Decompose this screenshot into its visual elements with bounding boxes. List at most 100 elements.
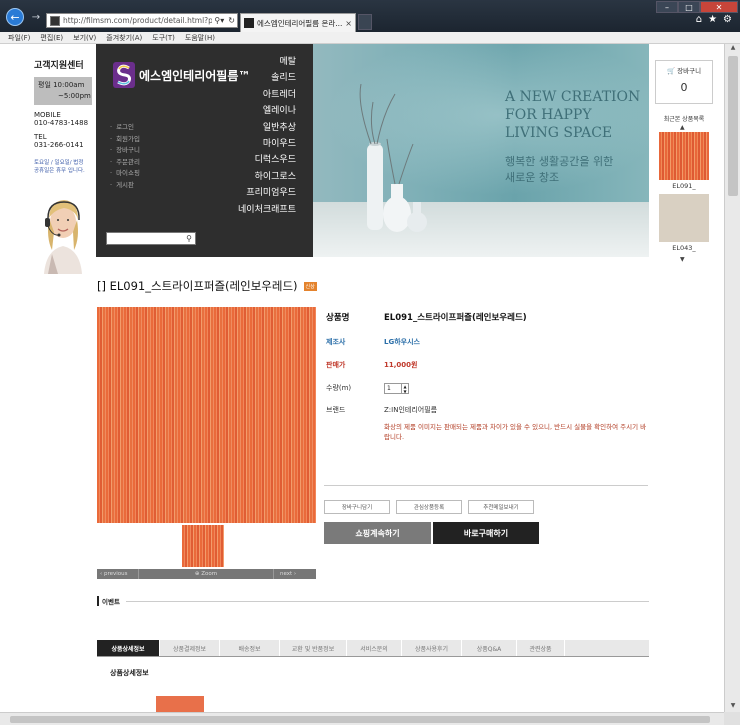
add-to-cart-button[interactable]: 장바구니담기 [324, 500, 390, 514]
menu-file[interactable]: 파일(F) [8, 33, 30, 43]
name-value: EL091_스트라이프퍼즐(레인보우레드) [384, 313, 527, 323]
menu-help[interactable]: 도움말(H) [185, 33, 215, 43]
event-label: 이벤트 [97, 596, 120, 606]
quantity-input[interactable]: 1 [384, 383, 402, 394]
brand-value: Z:IN인테리어필름 [384, 406, 438, 414]
tab-detail-info[interactable]: 상품상세정보 [97, 640, 160, 656]
product-main-image[interactable] [97, 307, 316, 523]
secondary-actions: 장바구니담기 관심상품등록 추천메일보내기 [324, 500, 534, 514]
category-item[interactable]: 메탈 [216, 54, 296, 70]
user-links: 로그인 회원가입 장바구니 주문관리 마이쇼핑 게시판 [110, 122, 140, 191]
tab-service-inquiry[interactable]: 서비스문의 [347, 640, 402, 656]
myshop-link[interactable]: 마이쇼핑 [110, 168, 140, 180]
browser-tab[interactable]: 에스엠인테리어필름 온라... × [240, 13, 356, 32]
support-title: 고객지원센터 [34, 61, 84, 71]
hours-line2: ~5:00pm [58, 92, 91, 100]
category-menu: 메탈 솔리드 아트레더 엘레이나 일반추상 마이우드 디럭스우드 하이그로스 프… [216, 54, 296, 218]
spin-down-icon[interactable]: ▼ [403, 389, 406, 394]
quantity-stepper[interactable]: 1 ▲ ▼ [384, 383, 409, 394]
menu-view[interactable]: 보기(V) [73, 33, 96, 43]
holiday-note: 토요일 / 일요일/ 법정 공휴일은 휴무 입니다. [30, 159, 94, 175]
scroll-up-icon[interactable]: ▲ [725, 44, 740, 54]
search-icon[interactable]: ⚲ [186, 234, 192, 243]
window-controls: – □ ✕ [656, 1, 738, 13]
order-link[interactable]: 주문관리 [110, 157, 140, 169]
image-notice: 화상의 제품 이미지는 판매되는 제품과 차이가 있을 수 있으니, 반드시 실… [384, 423, 647, 441]
banner-headline-1: A NEW CREATION [505, 89, 641, 105]
tab-payment-info[interactable]: 상품결제정보 [160, 640, 220, 656]
category-item[interactable]: 마이우드 [216, 136, 296, 152]
close-tab-icon[interactable]: × [345, 19, 352, 28]
customer-support: 고객지원센터 평일 10:00am ~5:00pm MOBILE 010-478… [30, 58, 94, 175]
category-item[interactable]: 아트레더 [216, 87, 296, 103]
zoom-button[interactable]: ⊕ Zoom [139, 569, 274, 579]
detail-image [156, 696, 204, 712]
login-link[interactable]: 로그인 [110, 122, 140, 134]
site-search-input[interactable]: ⚲ [106, 232, 196, 245]
banner-vases [359, 84, 427, 232]
category-item[interactable]: 프리미엄우드 [216, 185, 296, 201]
board-link[interactable]: 게시판 [110, 180, 140, 192]
join-link[interactable]: 회원가입 [110, 134, 140, 146]
tab-related[interactable]: 관련상품 [517, 640, 565, 656]
previous-button[interactable]: ‹ previous [97, 569, 139, 579]
minimize-icon[interactable]: – [656, 1, 678, 13]
quantity-row: 수량(m) 1 ▲ ▼ [326, 383, 409, 394]
product-title-text: [] EL091_스트라이프퍼즐(레인보우레드) [97, 279, 298, 293]
menu-favorites[interactable]: 즐겨찾기(A) [106, 33, 142, 43]
next-button[interactable]: next › [274, 569, 316, 579]
category-item[interactable]: 일반추상 [216, 120, 296, 136]
event-section: 이벤트 [97, 596, 649, 606]
recent-up-icon[interactable]: ▲ [680, 124, 685, 131]
tab-reviews[interactable]: 상품사용후기 [402, 640, 462, 656]
home-icon[interactable]: ⌂ [696, 14, 702, 25]
category-item[interactable]: 네이처크래프트 [216, 202, 296, 218]
holiday-note-line1: 토요일 / 일요일/ 법정 [34, 160, 84, 166]
address-bar[interactable]: http://filmsm.com/product/detail.html?pr… [46, 13, 238, 28]
price-value: 11,000원 [384, 361, 418, 369]
continue-shopping-button[interactable]: 쇼핑계속하기 [324, 522, 431, 544]
category-item[interactable]: 하이그로스 [216, 169, 296, 185]
scroll-thumb[interactable] [728, 56, 738, 196]
product-thumbnail[interactable] [182, 525, 224, 567]
recent-down-icon[interactable]: ▼ [680, 256, 685, 263]
buy-now-button[interactable]: 바로구매하기 [433, 522, 539, 544]
recent-item-name[interactable]: EL091_ [659, 182, 709, 190]
cart-link[interactable]: 장바구니 [110, 145, 140, 157]
recent-item-thumb[interactable] [659, 194, 709, 242]
category-item[interactable]: 엘레이나 [216, 103, 296, 119]
category-item[interactable]: 솔리드 [216, 70, 296, 86]
tab-shipping-info[interactable]: 배송정보 [220, 640, 280, 656]
tab-exchange-info[interactable]: 교환 및 반품정보 [280, 640, 347, 656]
vertical-scrollbar[interactable]: ▲ ▼ [724, 44, 740, 712]
horizontal-scrollbar[interactable] [0, 712, 724, 725]
cart-widget[interactable]: 🛒 장바구니 0 [655, 60, 713, 104]
detail-tabs: 상품상세정보 상품결제정보 배송정보 교환 및 반품정보 서비스문의 상품사용후… [97, 640, 649, 657]
menu-edit[interactable]: 편집(E) [40, 33, 63, 43]
quantity-spin[interactable]: ▲ ▼ [402, 383, 409, 394]
category-item[interactable]: 디럭스우드 [216, 152, 296, 168]
menu-tools[interactable]: 도구(T) [152, 33, 175, 43]
previous-label: previous [103, 571, 128, 577]
recent-item-thumb[interactable] [659, 132, 709, 180]
recent-item-name[interactable]: EL043_ [659, 244, 709, 252]
close-window-icon[interactable]: ✕ [700, 1, 738, 13]
search-dropdown-icon[interactable]: ⚲▾ [212, 16, 226, 25]
primary-actions: 쇼핑계속하기 바로구매하기 [324, 522, 539, 544]
tab-qna[interactable]: 상품Q&A [462, 640, 517, 656]
refresh-icon[interactable]: ↻ [226, 16, 237, 25]
back-button[interactable]: ← [6, 8, 24, 26]
new-tab-button[interactable] [358, 14, 372, 30]
main-banner[interactable]: A NEW CREATION FOR HAPPY LIVING SPACE 행복… [313, 44, 649, 257]
banner-korean-2: 새로운 창조 [505, 171, 560, 184]
address-url[interactable]: http://filmsm.com/product/detail.html?pr… [63, 16, 212, 25]
recommend-mail-button[interactable]: 추천메일보내기 [468, 500, 534, 514]
forward-button[interactable]: → [30, 8, 42, 26]
settings-gear-icon[interactable]: ⚙ [723, 14, 732, 25]
maximize-icon[interactable]: □ [678, 1, 700, 13]
h-scroll-thumb[interactable] [10, 716, 710, 723]
favorites-star-icon[interactable]: ★ [708, 14, 717, 25]
scroll-down-icon[interactable]: ▼ [725, 702, 740, 712]
support-agent-image [34, 188, 92, 274]
add-to-wishlist-button[interactable]: 관심상품등록 [396, 500, 462, 514]
